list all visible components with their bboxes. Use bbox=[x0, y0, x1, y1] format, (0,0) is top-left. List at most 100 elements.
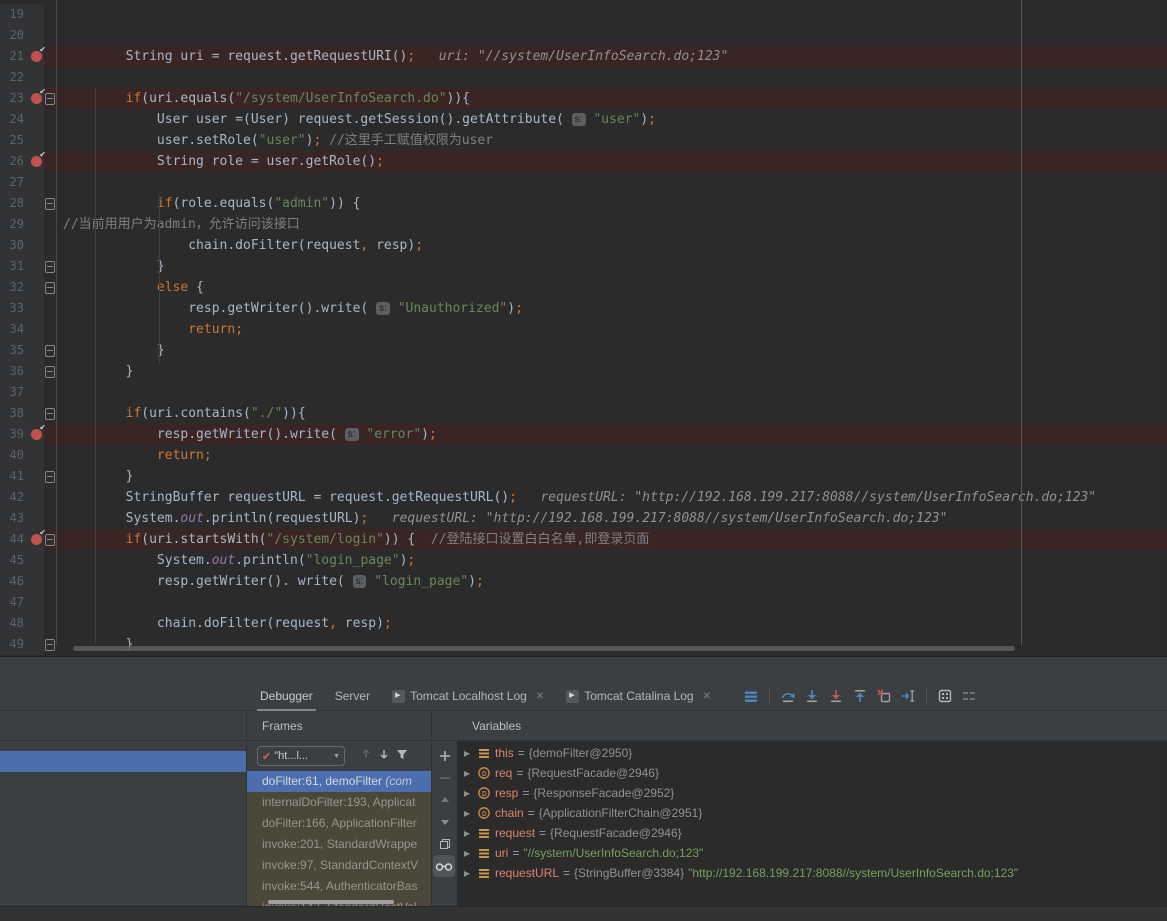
line-number[interactable]: 35 bbox=[0, 340, 30, 361]
gutter-icon-slot[interactable] bbox=[30, 298, 44, 319]
hamburger-menu-icon[interactable] bbox=[743, 688, 759, 704]
force-step-into-icon[interactable] bbox=[828, 688, 844, 704]
gutter-icon-slot[interactable] bbox=[30, 445, 44, 466]
drop-frame-icon[interactable] bbox=[876, 688, 892, 704]
variable-row[interactable]: ▶uri = "//system/UserInfoSearch.do;123" bbox=[457, 843, 1167, 863]
code-line[interactable]: 22 bbox=[0, 67, 1167, 88]
code-line[interactable]: 20 bbox=[0, 25, 1167, 46]
code-line[interactable]: 38 if(uri.contains("./")){ bbox=[0, 403, 1167, 424]
gutter-icon-slot[interactable] bbox=[30, 634, 44, 655]
code-line[interactable]: 40 return; bbox=[0, 445, 1167, 466]
variables-tree[interactable]: ▶this = {demoFilter@2950}▶preq = {Reques… bbox=[457, 741, 1167, 906]
variable-row[interactable]: ▶presp = {ResponseFacade@2952} bbox=[457, 783, 1167, 803]
frame-row[interactable]: invoke:97, StandardContextV bbox=[247, 855, 431, 876]
fold-box-icon[interactable] bbox=[45, 639, 55, 651]
code-line[interactable]: 21 String uri = request.getRequestURI();… bbox=[0, 46, 1167, 67]
line-number[interactable]: 36 bbox=[0, 361, 30, 382]
line-number[interactable]: 39 bbox=[0, 424, 30, 445]
line-number[interactable]: 33 bbox=[0, 298, 30, 319]
frames-list[interactable]: doFilter:61, demoFilter (cominternalDoFi… bbox=[247, 771, 431, 906]
code-line[interactable]: 25 user.setRole("user"); //这里手工赋值权限为user bbox=[0, 130, 1167, 151]
line-number[interactable]: 23 bbox=[0, 88, 30, 109]
gutter-icon-slot[interactable] bbox=[30, 340, 44, 361]
gutter-icon-slot[interactable] bbox=[30, 256, 44, 277]
gutter-icon-slot[interactable] bbox=[30, 193, 44, 214]
breakpoint-dot-icon[interactable] bbox=[31, 156, 42, 167]
line-number[interactable]: 34 bbox=[0, 319, 30, 340]
gutter-icon-slot[interactable] bbox=[30, 466, 44, 487]
fold-marker-icon[interactable] bbox=[44, 403, 56, 424]
code-line[interactable]: 36 } bbox=[0, 361, 1167, 382]
code-line[interactable]: 49 } bbox=[0, 634, 1167, 655]
line-number[interactable]: 49 bbox=[0, 634, 30, 655]
fold-marker-icon[interactable] bbox=[44, 193, 56, 214]
variable-row[interactable]: ▶requestURL = {StringBuffer@3384} "http:… bbox=[457, 863, 1167, 883]
step-into-icon[interactable] bbox=[804, 688, 820, 704]
fold-marker-icon[interactable] bbox=[44, 466, 56, 487]
evaluate-expression-icon[interactable] bbox=[937, 688, 953, 704]
line-number[interactable]: 41 bbox=[0, 466, 30, 487]
fold-box-icon[interactable] bbox=[45, 93, 55, 105]
fold-box-icon[interactable] bbox=[45, 471, 55, 483]
breakpoint-icon[interactable] bbox=[30, 529, 44, 550]
line-number[interactable]: 32 bbox=[0, 277, 30, 298]
breakpoint-icon[interactable] bbox=[30, 46, 44, 67]
move-down-icon[interactable] bbox=[432, 811, 457, 833]
variable-row[interactable]: ▶this = {demoFilter@2950} bbox=[457, 743, 1167, 763]
code-line[interactable]: 45 System.out.println("login_page"); bbox=[0, 550, 1167, 571]
code-editor[interactable]: 192021 String uri = request.getRequestUR… bbox=[0, 0, 1167, 656]
gutter-icon-slot[interactable] bbox=[30, 235, 44, 256]
expand-arrow-icon[interactable]: ▶ bbox=[461, 829, 473, 838]
code-line[interactable]: 48 chain.doFilter(request, resp); bbox=[0, 613, 1167, 634]
filter-icon[interactable] bbox=[394, 746, 410, 762]
frames-horizontal-scrollbar[interactable] bbox=[268, 900, 394, 904]
gutter-icon-slot[interactable] bbox=[30, 382, 44, 403]
line-number[interactable]: 43 bbox=[0, 508, 30, 529]
expand-arrow-icon[interactable]: ▶ bbox=[461, 849, 473, 858]
selection-bar[interactable] bbox=[0, 751, 246, 772]
code-line[interactable]: 37 bbox=[0, 382, 1167, 403]
breakpoint-dot-icon[interactable] bbox=[31, 429, 42, 440]
variable-row[interactable]: ▶request = {RequestFacade@2946} bbox=[457, 823, 1167, 843]
breakpoint-dot-icon[interactable] bbox=[31, 93, 42, 104]
line-number[interactable]: 27 bbox=[0, 172, 30, 193]
layout-settings-icon[interactable] bbox=[961, 688, 977, 704]
breakpoint-icon[interactable] bbox=[30, 424, 44, 445]
fold-box-icon[interactable] bbox=[45, 366, 55, 378]
gutter-icon-slot[interactable] bbox=[30, 25, 44, 46]
close-icon[interactable]: ✕ bbox=[703, 691, 711, 702]
line-number[interactable]: 45 bbox=[0, 550, 30, 571]
line-number[interactable]: 28 bbox=[0, 193, 30, 214]
tab-tomcat-catalina-log[interactable]: Tomcat Catalina Log✕ bbox=[566, 682, 711, 710]
line-number[interactable]: 21 bbox=[0, 46, 30, 67]
left-panel-body[interactable] bbox=[0, 741, 246, 906]
line-number[interactable]: 22 bbox=[0, 67, 30, 88]
fold-box-icon[interactable] bbox=[45, 261, 55, 273]
fold-marker-icon[interactable] bbox=[44, 634, 56, 655]
fold-box-icon[interactable] bbox=[45, 198, 55, 210]
code-line[interactable]: 27 bbox=[0, 172, 1167, 193]
code-line[interactable]: 32 else { bbox=[0, 277, 1167, 298]
gutter-icon-slot[interactable] bbox=[30, 130, 44, 151]
frame-row[interactable]: invoke:544, AuthenticatorBas bbox=[247, 876, 431, 897]
line-number[interactable]: 42 bbox=[0, 487, 30, 508]
close-icon[interactable]: ✕ bbox=[536, 691, 544, 702]
gutter-icon-slot[interactable] bbox=[30, 4, 44, 25]
expand-arrow-icon[interactable]: ▶ bbox=[461, 869, 473, 878]
fold-box-icon[interactable] bbox=[45, 345, 55, 357]
frame-row[interactable]: doFilter:166, ApplicationFilter bbox=[247, 813, 431, 834]
frame-row[interactable]: invoke:201, StandardWrappe bbox=[247, 834, 431, 855]
line-number[interactable]: 44 bbox=[0, 529, 30, 550]
tab-debugger[interactable]: Debugger bbox=[260, 682, 313, 710]
code-line[interactable]: 26 String role = user.getRole(); bbox=[0, 151, 1167, 172]
move-up-icon[interactable] bbox=[432, 789, 457, 811]
gutter-icon-slot[interactable] bbox=[30, 508, 44, 529]
thread-selector-dropdown[interactable]: ✔ "ht...l... ▼ bbox=[257, 746, 345, 766]
expand-arrow-icon[interactable]: ▶ bbox=[461, 809, 473, 818]
code-line[interactable]: 23 if(uri.equals("/system/UserInfoSearch… bbox=[0, 88, 1167, 109]
line-number[interactable]: 38 bbox=[0, 403, 30, 424]
expand-arrow-icon[interactable]: ▶ bbox=[461, 789, 473, 798]
gutter-icon-slot[interactable] bbox=[30, 319, 44, 340]
breakpoint-icon[interactable] bbox=[30, 88, 44, 109]
fold-marker-icon[interactable] bbox=[44, 340, 56, 361]
